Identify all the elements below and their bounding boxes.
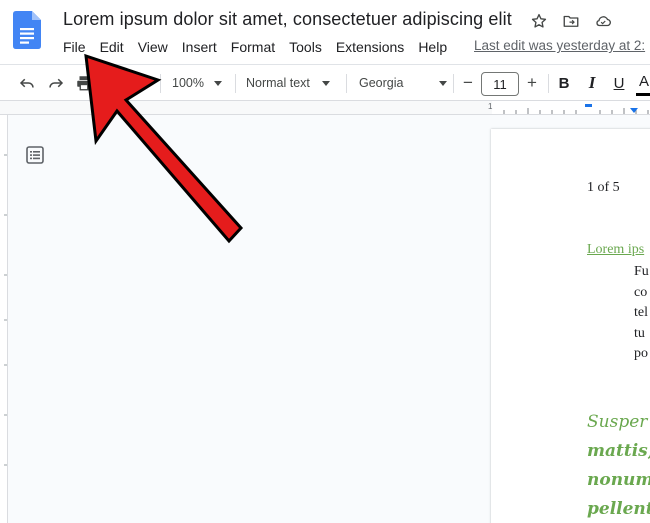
green-italic-paragraph: Susper mattis, nonumr pellent <box>587 408 650 523</box>
body-line: tel <box>634 305 648 320</box>
font-value: Georgia <box>359 76 404 90</box>
ruler-margin <box>0 101 492 115</box>
body-line: co <box>634 284 648 300</box>
toolbar-separator <box>235 74 236 93</box>
body-line: tu <box>634 325 645 341</box>
undo-icon[interactable] <box>16 65 38 101</box>
increase-font-size-button[interactable]: + <box>523 65 541 101</box>
last-edit-link[interactable]: Last edit was yesterday at 2: <box>474 38 645 53</box>
ruler-ticks <box>503 104 649 114</box>
horizontal-ruler[interactable]: 1 <box>488 101 650 115</box>
body-line: po <box>634 346 648 361</box>
chevron-down-icon <box>213 80 222 86</box>
vertical-ruler[interactable] <box>0 115 8 523</box>
menu-view[interactable]: View <box>131 37 175 57</box>
outline-icon[interactable] <box>26 146 44 164</box>
body-paragraph: Fu co tel tu po <box>634 262 649 365</box>
toolbar-separator <box>346 74 347 93</box>
chevron-down-icon <box>321 80 330 86</box>
docs-logo-icon[interactable] <box>13 11 41 49</box>
menu-extensions[interactable]: Extensions <box>329 37 411 57</box>
document-page[interactable]: 1 of 5 Lorem ips Fu co tel tu po Susper … <box>491 129 650 523</box>
zoom-value: 100% <box>172 76 204 90</box>
paint-format-icon[interactable] <box>130 65 152 101</box>
move-folder-icon[interactable] <box>561 11 581 31</box>
bold-button[interactable]: B <box>554 65 574 101</box>
green-line: pellent <box>587 499 650 519</box>
decrease-font-size-button[interactable]: − <box>459 65 477 101</box>
toolbar-separator <box>453 74 454 93</box>
menu-help[interactable]: Help <box>411 37 454 57</box>
redo-icon[interactable] <box>45 65 67 101</box>
font-select[interactable]: Georgia <box>359 65 447 101</box>
zoom-select[interactable]: 100% <box>170 65 224 101</box>
print-icon[interactable] <box>73 65 95 101</box>
green-line: mattis, <box>587 441 650 461</box>
chevron-down-icon <box>439 80 447 86</box>
menu-insert[interactable]: Insert <box>175 37 224 57</box>
toolbar-separator <box>160 74 161 93</box>
underline-button[interactable]: U <box>609 65 629 101</box>
toolbar: 100% Normal text Georgia − 11 + B I U A <box>0 64 650 101</box>
document-link[interactable]: Lorem ips <box>587 242 644 258</box>
toolbar-separator <box>548 74 549 93</box>
menu-format[interactable]: Format <box>224 37 282 57</box>
menu-edit[interactable]: Edit <box>93 37 131 57</box>
style-select[interactable]: Normal text <box>246 65 334 101</box>
style-value: Normal text <box>246 76 310 90</box>
green-line: Susper <box>587 412 648 432</box>
google-docs-window: Lorem ipsum dolor sit amet, consectetuer… <box>0 0 650 523</box>
body-line: Fu <box>634 264 649 279</box>
text-color-button[interactable]: A <box>636 70 650 96</box>
menu-file[interactable]: File <box>56 37 93 57</box>
italic-button[interactable]: I <box>582 65 602 101</box>
star-icon[interactable] <box>529 11 549 31</box>
font-size-input[interactable]: 11 <box>481 72 519 96</box>
cloud-status-icon[interactable] <box>593 11 613 31</box>
menu-tools[interactable]: Tools <box>282 37 329 57</box>
menu-bar: File Edit View Insert Format Tools Exten… <box>56 36 454 58</box>
green-line: nonumr <box>587 470 650 490</box>
page-number: 1 of 5 <box>587 180 620 195</box>
header: Lorem ipsum dolor sit amet, consectetuer… <box>0 0 650 64</box>
document-title[interactable]: Lorem ipsum dolor sit amet, consectetuer… <box>63 9 512 30</box>
title-actions <box>529 10 613 32</box>
